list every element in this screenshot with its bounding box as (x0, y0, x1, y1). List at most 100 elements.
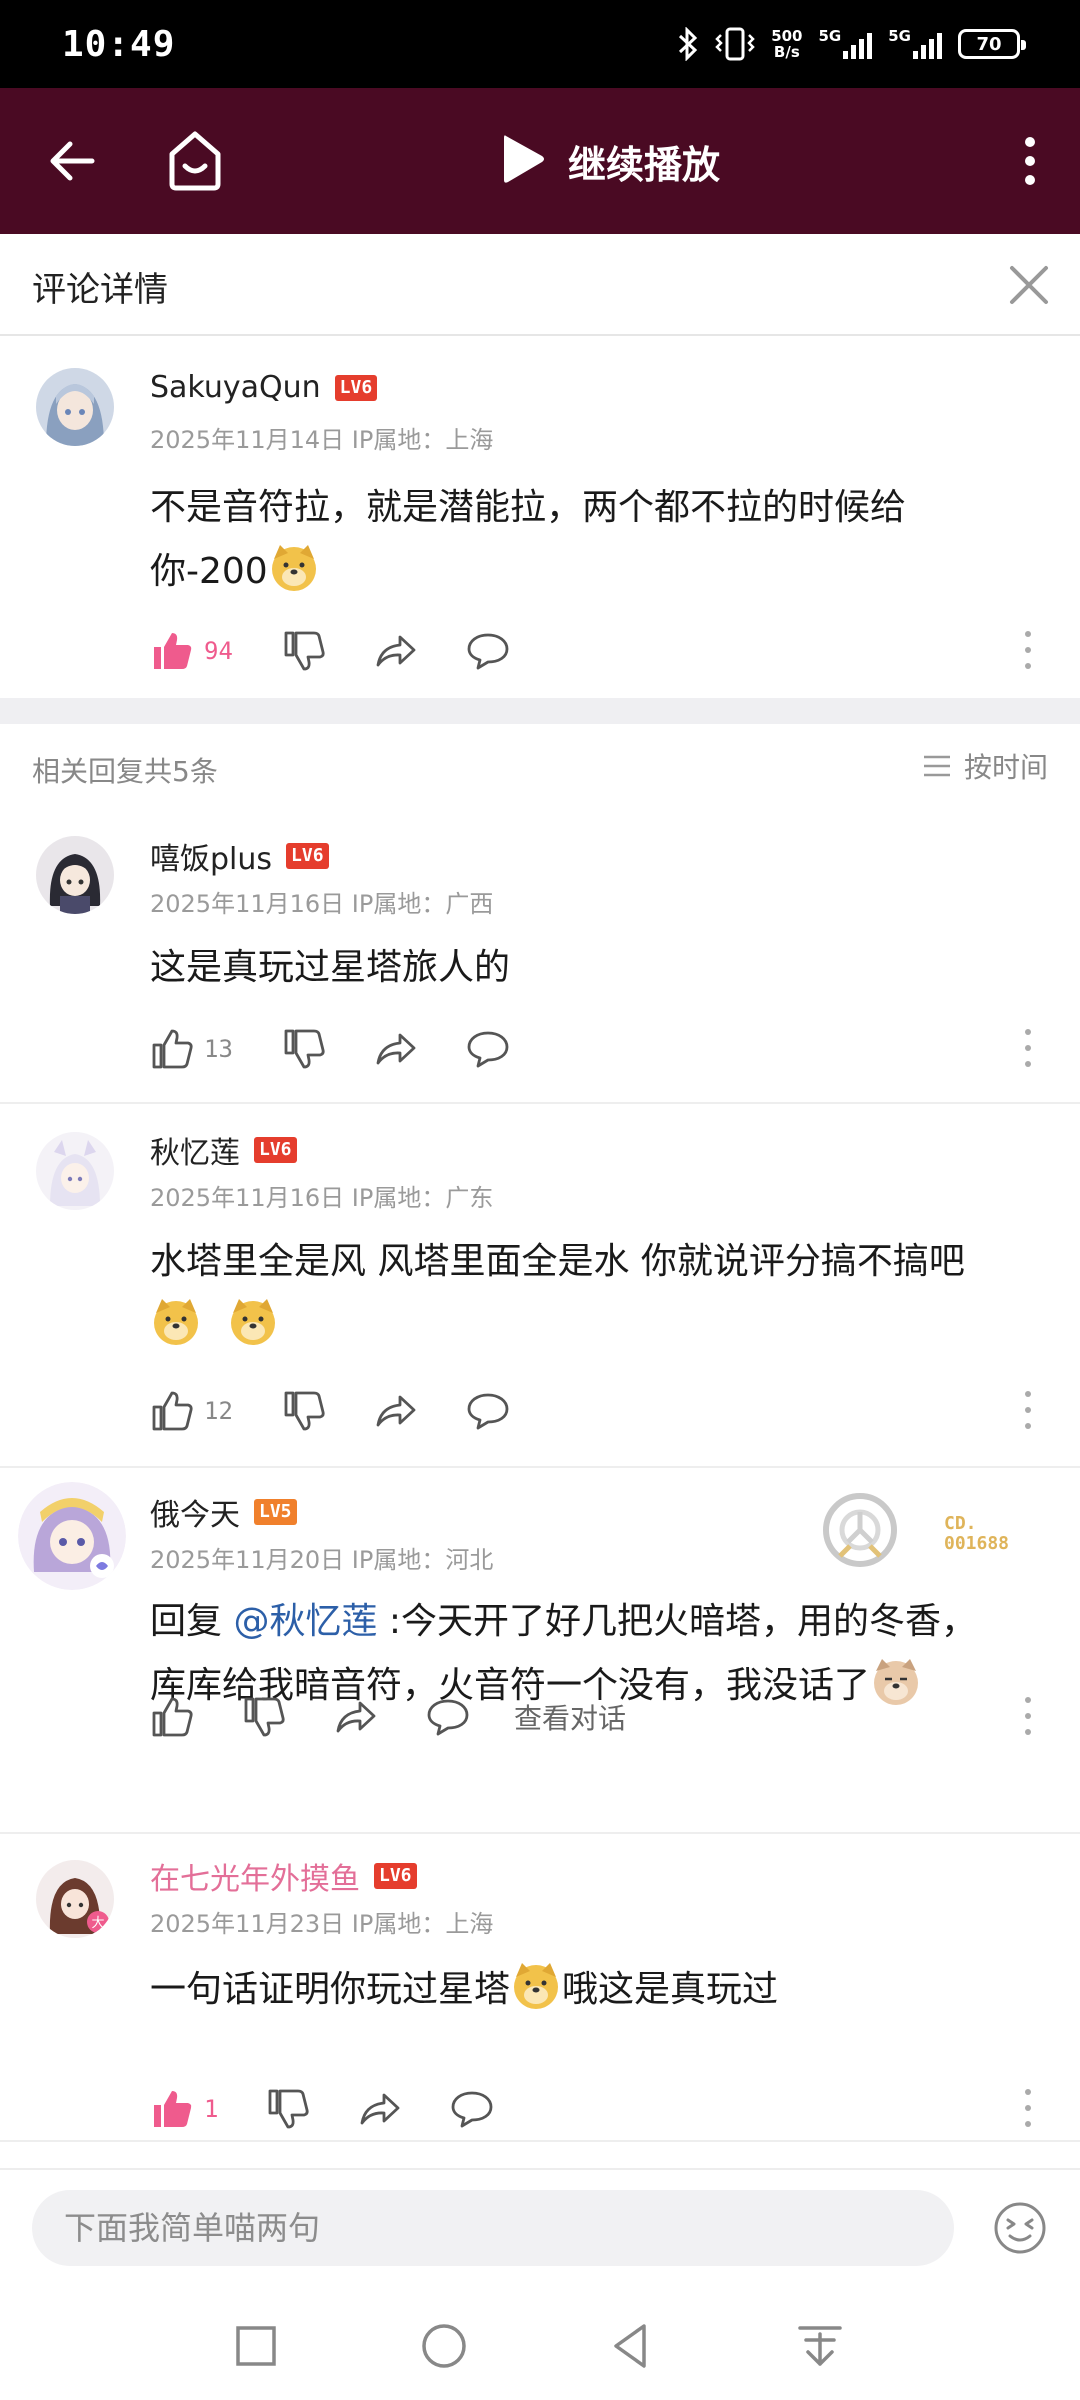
like-count: 1 (204, 2095, 219, 2123)
dislike-button[interactable] (282, 1389, 374, 1433)
share-button[interactable] (374, 1389, 466, 1433)
comment-more-icon[interactable] (1022, 628, 1034, 672)
badge-code-prefix: CD. (944, 1513, 977, 1534)
like-count: 94 (204, 637, 233, 665)
svg-text:大: 大 (91, 1916, 104, 1931)
share-icon (376, 1033, 416, 1065)
share-button[interactable] (374, 1027, 466, 1071)
thumbs-up-icon (152, 1697, 193, 1737)
comment-more-icon[interactable] (1022, 1388, 1034, 1432)
vibrate-icon (715, 27, 755, 61)
close-icon[interactable] (1002, 258, 1056, 312)
username[interactable]: SakuyaQun LV6 (150, 370, 378, 405)
like-button[interactable]: 1 (150, 2087, 266, 2131)
fan-badge: CD. 001688 (820, 1490, 1030, 1580)
thumbs-up-icon (152, 1029, 193, 1069)
avatar[interactable] (36, 368, 114, 446)
dislike-button[interactable] (266, 2087, 358, 2131)
share-button[interactable] (334, 1695, 426, 1739)
mention-link[interactable]: @秋忆莲 (233, 1601, 377, 1642)
comment-more-icon[interactable] (1022, 1694, 1034, 1738)
continue-play-label: 继续播放 (568, 142, 721, 187)
reply-button[interactable] (466, 1389, 528, 1433)
thumbs-up-icon (154, 2091, 192, 2127)
continue-play-button[interactable]: 继续播放 (500, 128, 720, 194)
avatar[interactable]: 大 (36, 1860, 114, 1938)
share-button[interactable] (374, 629, 466, 673)
level-badge: LV6 (286, 843, 329, 869)
home-icon[interactable] (160, 122, 230, 198)
comment-emoji-row (150, 1294, 1030, 1358)
doge-emoji-icon (231, 1299, 276, 1345)
comment-text-fragment: :今天开了好几把火暗塔，用的冬香， (377, 1601, 978, 1642)
back-triangle-icon[interactable] (602, 2316, 662, 2376)
like-button[interactable]: 13 (150, 1027, 282, 1071)
level-badge: LV6 (334, 374, 378, 401)
level-badge: LV6 (374, 1863, 417, 1889)
username[interactable]: 在七光年外摸鱼 LV6 (150, 1854, 417, 1898)
status-time: 10:49 (62, 24, 176, 65)
reply-button[interactable] (426, 1695, 488, 1739)
reply-button[interactable] (466, 1027, 528, 1071)
comment-more-icon[interactable] (1022, 1026, 1034, 1070)
share-button[interactable] (358, 2087, 450, 2131)
battery-icon: 70 (958, 29, 1026, 59)
sort-label: 按时间 (963, 751, 1048, 784)
like-button[interactable]: 12 (150, 1389, 282, 1433)
emoji-picker-icon[interactable] (992, 2200, 1048, 2256)
share-icon (376, 635, 416, 667)
comment-more-icon[interactable] (1022, 2086, 1034, 2130)
avatar[interactable] (18, 1482, 126, 1590)
recent-apps-icon[interactable] (226, 2316, 286, 2376)
like-count: 13 (204, 1035, 233, 1063)
reply-button[interactable] (466, 629, 528, 673)
level-badge: LV6 (254, 1137, 297, 1163)
comment-meta: 2025年11月20日 IP属地：河北 (150, 1546, 494, 1574)
comment-text: 不是音符拉，就是潜能拉，两个都不拉的时候给 你-200 (150, 476, 1030, 604)
hide-navbar-icon[interactable] (790, 2316, 850, 2376)
comment-input[interactable] (32, 2190, 954, 2266)
reply-item: 嘻饭plus LV6 2025年11月16日 IP属地：广西 这是真玩过星塔旅人… (0, 812, 1080, 1104)
dislike-button[interactable] (282, 629, 374, 673)
comment-bubble-icon (427, 1699, 469, 1736)
avatar[interactable] (36, 836, 114, 914)
play-icon (500, 132, 546, 190)
dog-emoji-icon (874, 1659, 919, 1705)
comment-text-line: 不是音符拉，就是潜能拉，两个都不拉的时候给 (150, 487, 907, 528)
section-divider (0, 698, 1080, 724)
username[interactable]: 俄今天 LV5 (150, 1490, 297, 1534)
reply-item: 秋忆莲 LV6 2025年11月16日 IP属地：广东 水塔里全是风 风塔里面全… (0, 1104, 1080, 1468)
like-button[interactable]: 94 (150, 629, 282, 673)
comment-meta: 2025年11月16日 IP属地：广东 (150, 1184, 494, 1212)
dislike-button[interactable] (282, 1027, 374, 1071)
username[interactable]: 秋忆莲 LV6 (150, 1128, 297, 1172)
system-nav-bar (0, 2286, 1080, 2400)
doge-emoji-icon (154, 1299, 198, 1345)
replies-header: 相关回复共5条 按时间 (0, 724, 1080, 812)
username-text: 在七光年外摸鱼 (150, 1862, 360, 1897)
status-icons: 500 B/s 5G 5G 70 (677, 24, 1026, 64)
reply-prefix: 回复 (150, 1601, 234, 1642)
like-button[interactable] (150, 1695, 242, 1739)
comment-bubble-icon (467, 1393, 509, 1430)
reply-button[interactable] (450, 2087, 512, 2131)
sort-by-time-button[interactable]: 按时间 (922, 746, 1048, 786)
doge-emoji-icon (514, 1963, 559, 2009)
reply-item: 俄今天 LV5 2025年11月20日 IP属地：河北 CD. 001688 回… (0, 1468, 1080, 1834)
thumbs-down-icon (268, 2089, 309, 2129)
comment-bubble-icon (467, 633, 509, 670)
comment-text-fragment: 你-200 (150, 551, 268, 592)
net-rate: 500 B/s (771, 28, 802, 60)
view-conversation-link[interactable]: 查看对话 (514, 1697, 626, 1737)
doge-emoji-icon (271, 545, 316, 591)
back-arrow-icon[interactable] (44, 126, 104, 196)
home-circle-icon[interactable] (414, 2316, 474, 2376)
username[interactable]: 嘻饭plus LV6 (150, 834, 329, 878)
dislike-button[interactable] (242, 1695, 334, 1739)
avatar[interactable] (36, 1132, 114, 1210)
comment-text-line: 你-200 (150, 540, 1030, 604)
bluetooth-icon (677, 27, 699, 61)
username-text: 俄今天 (150, 1498, 240, 1533)
more-vert-icon[interactable] (1010, 128, 1050, 194)
comment-text-fragment: 哦这是真玩过 (562, 1969, 779, 2010)
